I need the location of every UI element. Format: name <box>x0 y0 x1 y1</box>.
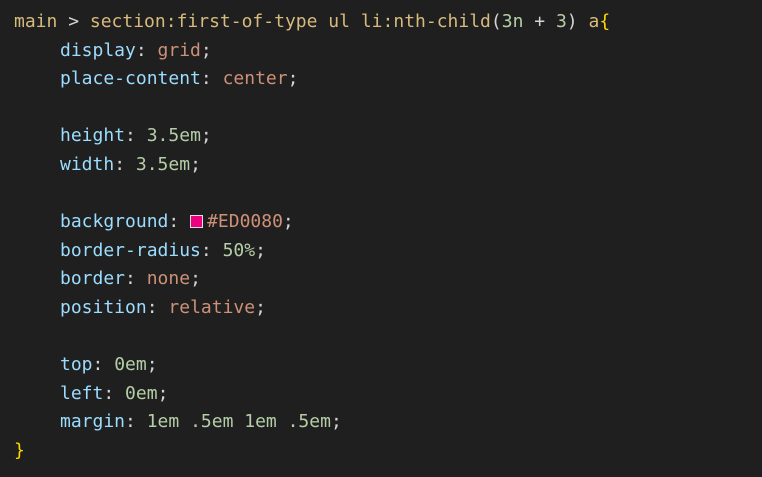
decl-semicolon: ; <box>200 125 212 147</box>
decl-property: border-radius <box>60 239 201 261</box>
open-brace: { <box>599 11 611 32</box>
decl-value: 3.5em <box>146 125 201 147</box>
selector-ul: ul <box>328 11 350 32</box>
decl-colon: : <box>168 211 191 233</box>
selector-li: li <box>360 11 383 32</box>
decl-value: 0em <box>125 382 158 404</box>
decl-line-left: left: 0em; <box>14 380 762 409</box>
decl-value: center <box>222 68 288 90</box>
decl-semicolon: ; <box>146 354 158 376</box>
code-editor[interactable]: main > section:first-of-type ul li:nth-c… <box>0 0 762 477</box>
color-swatch-icon[interactable] <box>190 215 204 229</box>
decl-property: position <box>60 296 147 318</box>
code-block: main > section:first-of-type ul li:nth-c… <box>14 8 762 466</box>
decl-semicolon: ; <box>190 153 201 175</box>
paren-open: ( <box>490 11 502 32</box>
selector-space <box>317 11 328 32</box>
selector-plus: + <box>523 11 556 32</box>
decl-property: background <box>60 211 169 233</box>
decl-semicolon: ; <box>157 382 169 404</box>
decl-property: left <box>60 382 104 404</box>
decl-semicolon: ; <box>282 211 294 233</box>
decl-value: 50% <box>222 239 256 261</box>
decl-line-width: width: 3.5em; <box>14 151 762 180</box>
decl-value: #ED0080 <box>207 211 283 233</box>
decl-line-height: height: 3.5em; <box>14 122 762 151</box>
decl-colon: : <box>200 239 223 261</box>
selector-line: main > section:first-of-type ul li:nth-c… <box>14 8 762 37</box>
decl-line-position: position: relative; <box>14 294 762 323</box>
decl-semicolon: ; <box>255 296 266 318</box>
selector-three: 3 <box>555 11 567 32</box>
decl-property: top <box>60 354 93 376</box>
close-brace: } <box>14 439 25 461</box>
decl-line-display: display: grid; <box>14 37 762 66</box>
decl-semicolon: ; <box>200 39 212 61</box>
decl-colon: : <box>103 382 126 404</box>
decl-line-border-radius: border-radius: 50%; <box>14 237 762 266</box>
decl-value: relative <box>168 296 256 318</box>
selector-space <box>578 11 589 32</box>
selector-main: main <box>14 11 58 32</box>
decl-colon: : <box>125 411 147 433</box>
decl-colon: : <box>114 153 136 175</box>
decl-property: width <box>60 153 115 175</box>
decl-value: 3.5em <box>135 153 191 175</box>
decl-property: height <box>60 125 126 147</box>
selector-first-pseudo: :first-of-type <box>165 11 318 32</box>
decl-line-background: background: #ED0080; <box>14 208 762 237</box>
decl-colon: : <box>92 354 115 376</box>
decl-semicolon: ; <box>287 68 299 90</box>
decl-value: none <box>146 268 191 290</box>
selector-a: a <box>588 11 600 32</box>
decl-line-margin: margin: 1em .5em 1em .5em; <box>14 408 762 437</box>
decl-colon: : <box>146 296 169 318</box>
decl-property: place-content <box>60 68 201 90</box>
selector-section: section <box>89 11 166 32</box>
selector-3n: 3n <box>501 11 524 32</box>
decl-colon: : <box>135 39 158 61</box>
decl-value: grid <box>157 39 201 61</box>
decl-semicolon: ; <box>330 411 342 433</box>
decl-line-place-content: place-content: center; <box>14 65 762 94</box>
decl-value: 0em <box>114 354 147 376</box>
decl-value: 1em .5em 1em .5em <box>146 411 331 433</box>
selector-nth-pseudo: :nth-child <box>382 11 491 32</box>
decl-colon: : <box>200 68 223 90</box>
decl-property: display <box>60 39 136 61</box>
decl-line-border: border: none; <box>14 265 762 294</box>
decl-property: margin <box>60 411 126 433</box>
decl-semicolon: ; <box>190 268 201 290</box>
decl-colon: : <box>125 125 147 147</box>
closing-line: } <box>14 437 762 466</box>
paren-close: ) <box>566 11 578 32</box>
decl-colon: : <box>125 268 147 290</box>
decl-semicolon: ; <box>255 239 266 261</box>
decl-line-top: top: 0em; <box>14 351 762 380</box>
selector-combinator: > <box>57 11 90 32</box>
decl-property: border <box>60 268 126 290</box>
selector-space <box>350 11 361 32</box>
